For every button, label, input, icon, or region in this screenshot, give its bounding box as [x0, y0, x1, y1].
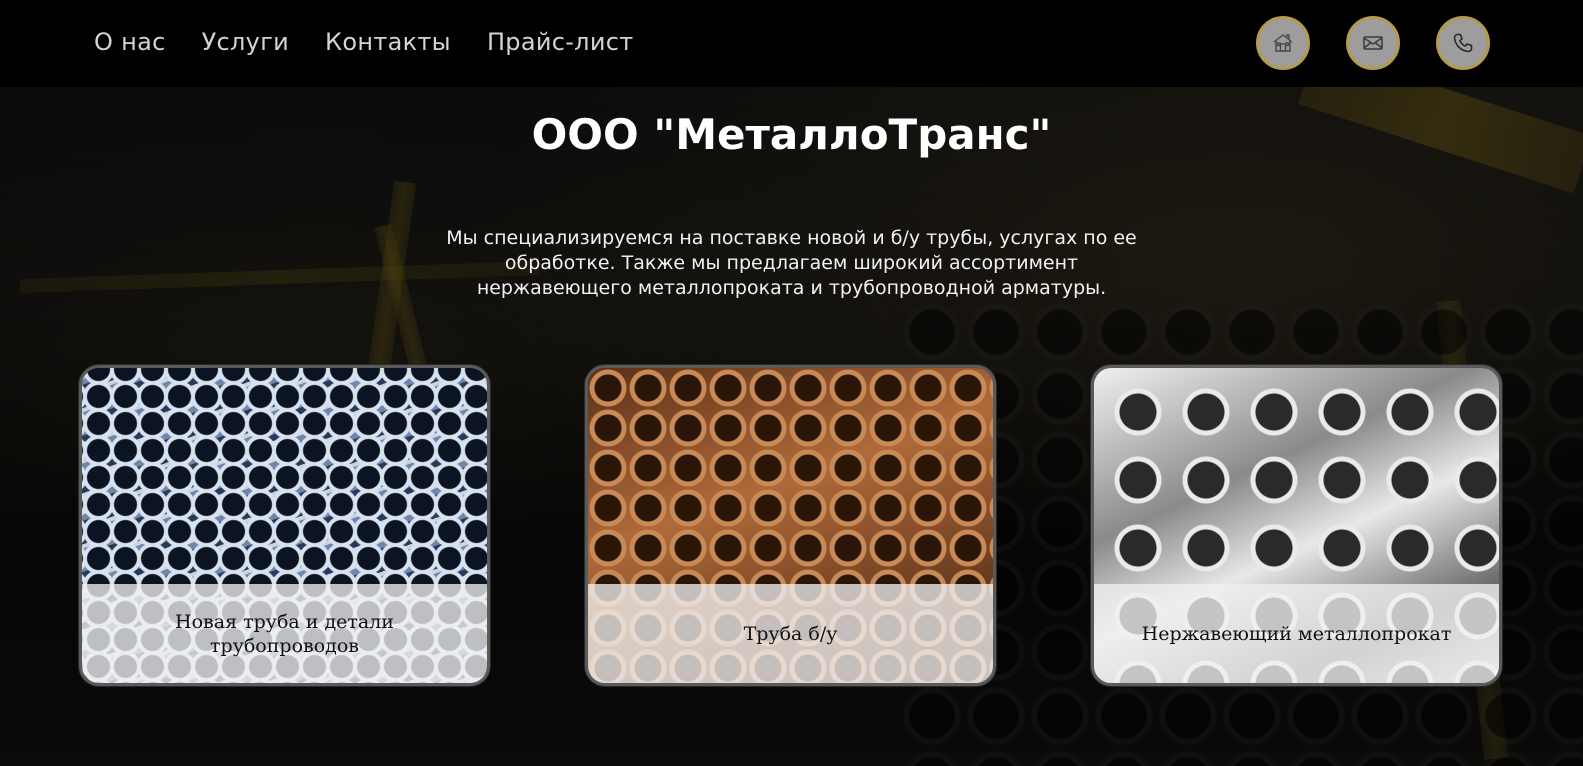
site-header: О нас Услуги Контакты Прайс-лист — [0, 0, 1583, 87]
service-card-stainless[interactable]: Нержавеющий металлопрокат — [1091, 365, 1502, 686]
nav-link-price-list[interactable]: Прайс-лист — [487, 28, 634, 56]
nav-link-services[interactable]: Услуги — [202, 28, 289, 56]
company-description: Мы специализируемся на поставке новой и … — [446, 227, 1137, 299]
nav-link-contacts[interactable]: Контакты — [325, 28, 451, 56]
phone-button[interactable] — [1436, 16, 1490, 70]
card-caption-label: Нержавеющий металлопрокат — [1141, 622, 1452, 645]
card-caption: Нержавеющий металлопрокат — [1094, 584, 1499, 683]
card-caption-label: Новая труба и детали трубопроводов — [175, 610, 394, 657]
service-card-used-pipe[interactable]: Труба б/у — [585, 365, 996, 686]
mail-icon — [1363, 36, 1383, 50]
page: О нас Услуги Контакты Прайс-лист ООО "Ме… — [0, 0, 1583, 766]
phone-icon — [1453, 33, 1473, 53]
mail-button[interactable] — [1346, 16, 1400, 70]
card-caption: Труба б/у — [588, 584, 993, 683]
card-caption: Новая труба и детали трубопроводов — [82, 584, 487, 683]
main-nav: О нас Услуги Контакты Прайс-лист — [94, 28, 634, 56]
header-icons — [1256, 16, 1490, 70]
home-button[interactable] — [1256, 16, 1310, 70]
page-title: ООО "МеталлоТранс" — [531, 110, 1052, 159]
card-caption-label: Труба б/у — [743, 622, 838, 645]
nav-link-about[interactable]: О нас — [94, 28, 166, 56]
home-icon — [1273, 34, 1293, 52]
service-card-new-pipe[interactable]: Новая труба и детали трубопроводов — [79, 365, 490, 686]
